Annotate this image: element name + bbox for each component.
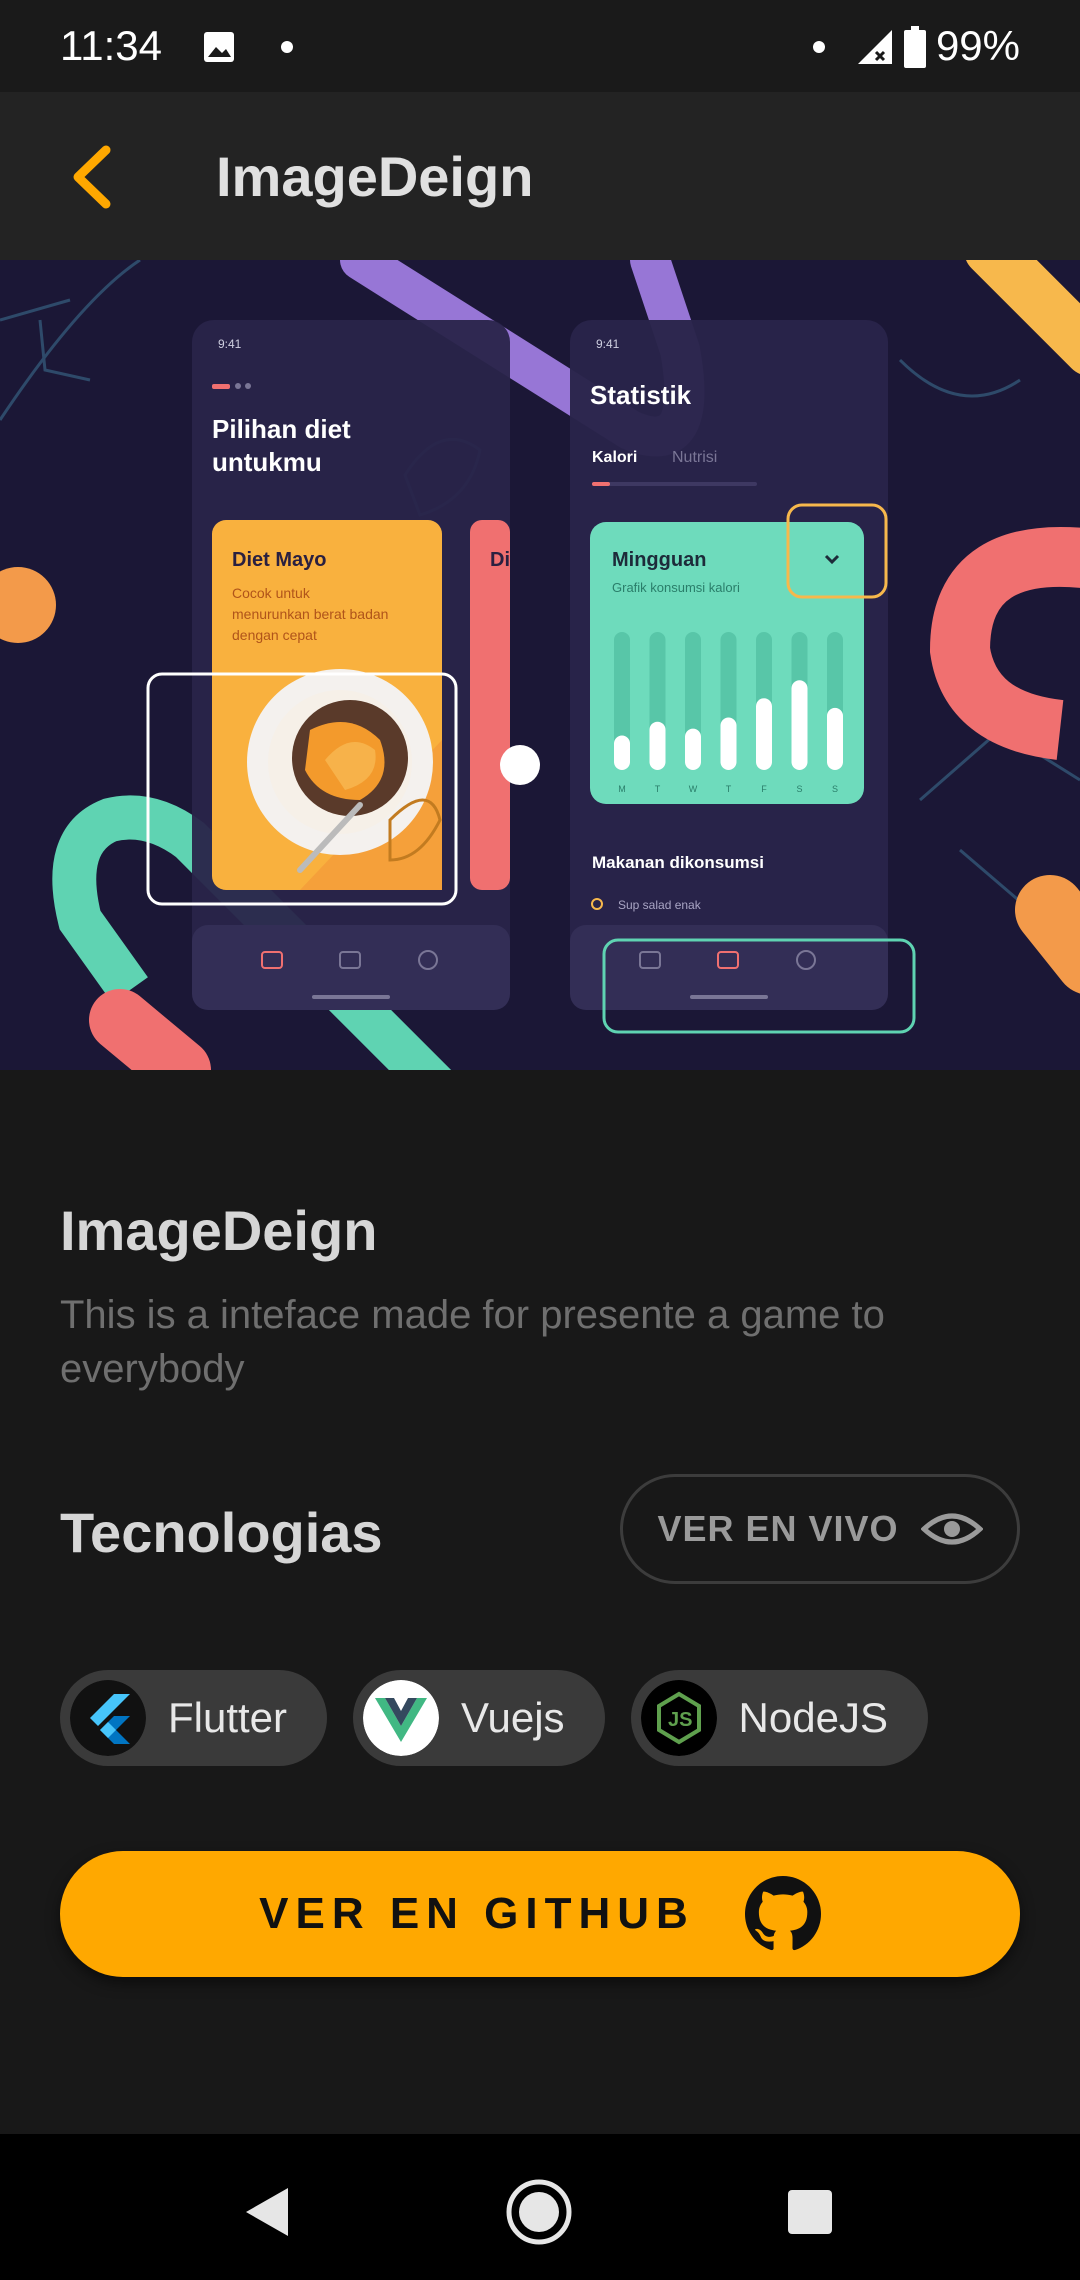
phone-left-time: 9:41 [218, 337, 242, 351]
peek-card-title: Di [490, 549, 510, 571]
hero-illustration: 9:41 Pilihan diet untukmu Diet Mayo Cocok… [0, 260, 1080, 1070]
stats-card-title: Mingguan [612, 549, 706, 571]
status-time: 11:34 [60, 22, 162, 69]
technologies-heading: Tecnologias [60, 1501, 383, 1564]
stats-bar [685, 728, 701, 770]
signal-icon [858, 30, 892, 64]
diet-card-title: Diet Mayo [232, 549, 326, 571]
stats-bar [791, 680, 808, 770]
eye-icon [920, 1513, 983, 1545]
stats-day-label: S [832, 784, 838, 794]
mockup-phone-right: 9:41 Statistik Kalori Nutrisi Mingguan G… [570, 320, 916, 1034]
tech-chip-label: Flutter [168, 1694, 288, 1741]
view-on-github-button[interactable]: VER EN GITHUB [60, 1851, 1020, 1977]
recents-square-icon [788, 2190, 832, 2234]
stats-heading: Statistik [590, 380, 692, 410]
orange-ribbon-right [1015, 875, 1080, 994]
tech-chip-vuejs[interactable]: Vuejs [353, 1670, 605, 1766]
stats-card-subtitle: Grafik konsumsi kalori [612, 580, 740, 595]
stats-day-label: S [796, 784, 802, 794]
stats-day-label: M [618, 784, 626, 794]
consumed-list-item: Sup salad enak [618, 898, 702, 912]
nav-back-button[interactable] [228, 2172, 308, 2252]
project-description: This is a inteface made for presente a g… [60, 1293, 885, 1391]
back-triangle-icon [246, 2188, 288, 2236]
stats-bar [614, 735, 630, 770]
technology-chips: Flutter Vuejs JS NodeJS [60, 1670, 928, 1766]
coral-ribbon-left [89, 989, 211, 1070]
image-icon [204, 32, 234, 62]
app-title: ImageDeign [216, 145, 534, 208]
battery-percentage: 99% [935, 22, 1020, 69]
tech-chip-label: NodeJS [738, 1694, 888, 1741]
home-circle-icon [506, 2179, 572, 2245]
phone-right-time: 9:41 [596, 337, 620, 351]
app-bar: ImageDeign [0, 92, 1080, 260]
stats-bar [720, 717, 737, 770]
tech-chip-label: Vuejs [461, 1694, 565, 1741]
project-hero-image: 9:41 Pilihan diet untukmu Diet Mayo Cocok… [0, 260, 1080, 1070]
system-navigation-bar [0, 2134, 1080, 2280]
stats-tab-active: Kalori [592, 449, 637, 466]
stats-bar [827, 707, 843, 770]
battery-icon [904, 26, 926, 68]
view-live-label: VER EN VIVO [657, 1508, 899, 1549]
stats-day-label: F [761, 784, 767, 794]
github-button-label: VER EN GITHUB [259, 1889, 695, 1938]
status-bar: 11:34 99% [0, 0, 1080, 92]
stats-day-label: T [726, 784, 732, 794]
stats-day-label: T [655, 784, 661, 794]
github-icon [744, 1876, 821, 1951]
stats-tab-inactive: Nutrisi [672, 449, 717, 466]
mockup-phone-left: 9:41 Pilihan diet untukmu Diet Mayo Cocok… [146, 320, 540, 1010]
view-live-button[interactable]: VER EN VIVO [620, 1474, 1020, 1584]
tech-chip-flutter[interactable]: Flutter [60, 1670, 328, 1766]
nav-home-button[interactable] [499, 2172, 579, 2252]
project-title: ImageDeign [60, 1199, 378, 1262]
dot-icon [813, 41, 825, 53]
chevron-left-icon [73, 145, 111, 209]
stats-day-label: W [689, 784, 698, 794]
project-details: ImageDeign This is a inteface made for p… [0, 1070, 1080, 2134]
flutter-icon [70, 1680, 146, 1756]
tech-chip-nodejs[interactable]: JS NodeJS [630, 1670, 928, 1766]
consumed-section-title: Makanan dikonsumsi [592, 853, 764, 872]
back-button[interactable] [50, 132, 140, 222]
stats-bar [756, 698, 772, 770]
dot-icon [281, 41, 293, 53]
svg-text:JS: JS [668, 1709, 692, 1731]
vuejs-icon [363, 1680, 440, 1756]
stats-bar [649, 721, 666, 770]
nav-recents-button[interactable] [770, 2172, 850, 2252]
nodejs-icon: JS [640, 1680, 717, 1756]
